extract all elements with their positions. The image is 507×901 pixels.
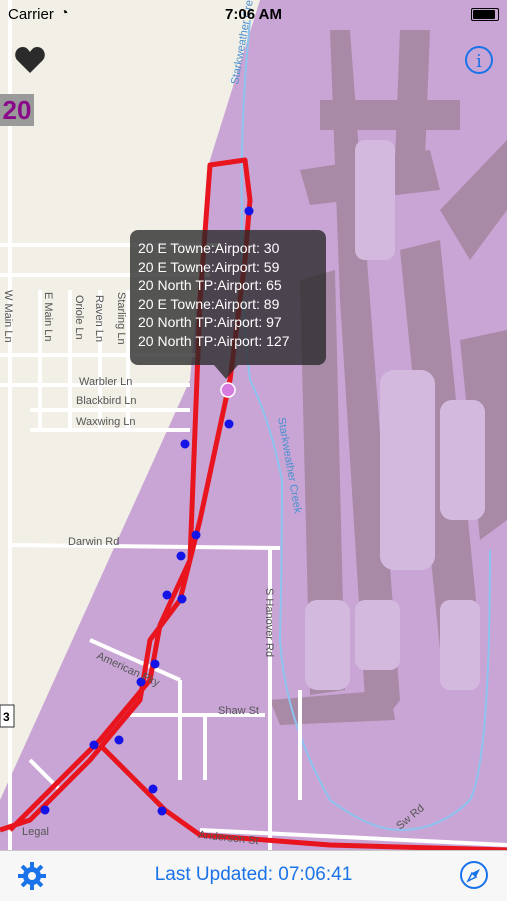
map-label-starling: Starling Ln [115,292,127,345]
arrival-line: 20 E Towne:Airport: 89 [138,295,280,312]
arrival-line: 20 E Towne:Airport: 59 [138,258,280,275]
map-label-warbler: Warbler Ln [79,376,132,388]
map-label-shaw: Shaw St [218,705,259,717]
map-label-waxwing: Waxwing Ln [76,416,136,428]
bus-stop [176,551,186,561]
compass-icon[interactable] [459,860,489,890]
bus-stop [148,784,158,794]
bus-stop [180,439,190,449]
arrival-callout[interactable]: 20 E Towne:Airport: 30 20 E Towne:Airpor… [130,230,326,365]
bus-stop [157,806,167,816]
map-view[interactable]: Starkweather Creek Starkweather Creek Wa… [0,0,507,850]
map-label-w-main: W Main Ln [2,290,14,343]
map-label-oriole: Oriole Ln [73,295,85,340]
map-label-blackbird: Blackbird Ln [76,395,137,407]
arrival-line: 20 E Towne:Airport: 30 [138,240,280,256]
last-updated-label: Last Updated: 07:06:41 [154,864,353,885]
map-label-hanover: S Hanover Rd [263,588,275,657]
highway-number: 3 [3,710,10,724]
arrival-line: 20 North TP:Airport: 65 [138,277,282,293]
bus-stop [177,594,187,604]
status-bar: Carrier ◔ 7:06 AM [0,0,507,28]
map-label-e-main: E Main Ln [42,292,54,342]
heart-icon[interactable] [14,44,46,76]
map-label-raven: Raven Ln [93,295,105,342]
battery-icon [471,8,499,21]
bus-stop [244,206,254,216]
arrival-line: 20 North TP:Airport: 127 [138,332,290,349]
arrival-line: 20 North TP:Airport: 97 [138,314,282,330]
map-label-legal: Legal [22,826,49,838]
bus-stop [191,530,201,540]
bus-stop [40,805,50,815]
selected-stop-pin[interactable] [220,382,236,398]
bus-stop [162,590,172,600]
bus-stop [150,659,160,669]
info-icon[interactable]: i [465,46,493,74]
callout-tail [214,365,238,379]
map-label-darwin: Darwin Rd [68,536,119,548]
bottom-toolbar: Last Updated: 07:06:41 [0,850,507,901]
status-time: 7:06 AM [225,6,282,23]
bus-stop [224,419,234,429]
route-number-badge[interactable]: 20 [0,94,34,126]
bus-stop [114,735,124,745]
bus-stop [89,740,99,750]
